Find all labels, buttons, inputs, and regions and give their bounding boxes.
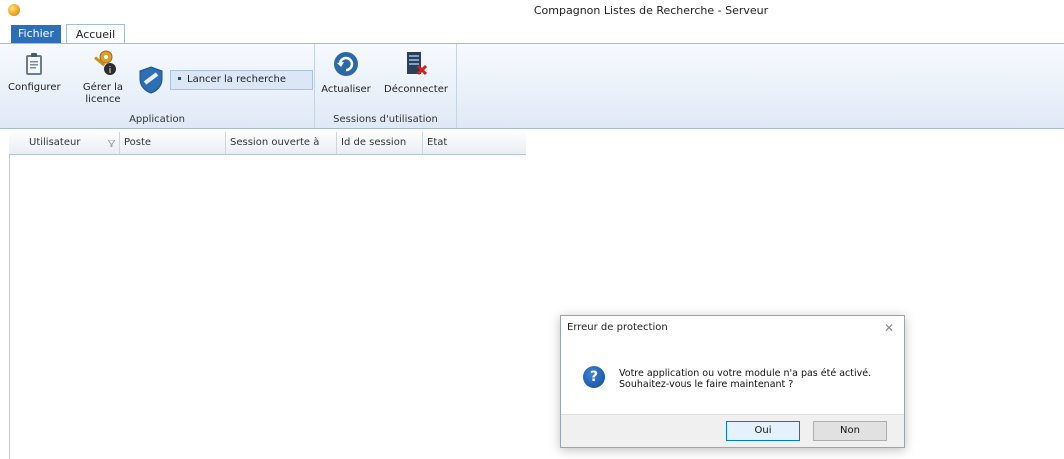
shield-icon (139, 66, 163, 94)
keys-icon: i (94, 50, 116, 76)
filter-icon[interactable] (108, 140, 115, 147)
column-header-user[interactable]: Utilisateur (9, 132, 120, 154)
tab-file[interactable]: Fichier (11, 25, 61, 43)
server-disconnect-icon (407, 52, 428, 76)
refresh-label: Actualiser (321, 84, 371, 95)
application-group: Configurer i Gérer la licence Lancer la … (0, 44, 315, 128)
refresh-icon (334, 52, 358, 76)
manage-license-button[interactable]: i Gérer la licence (78, 50, 128, 106)
ribbon-tabs: Fichier Accueil (0, 22, 1064, 45)
dialog-message-line2: Souhaitez-vous le faire maintenant ? (619, 379, 794, 390)
clipboard-icon (26, 53, 42, 75)
dialog-body: ? Votre application ou votre module n'a … (561, 344, 904, 414)
application-group-label: Application (129, 114, 185, 125)
no-button[interactable]: Non (813, 421, 887, 441)
dialog-message-line1: Votre application ou votre module n'a pa… (619, 368, 872, 379)
close-icon[interactable]: ✕ (884, 321, 894, 335)
search-launch-label: Lancer la recherche (187, 74, 286, 85)
question-icon: ? (583, 366, 605, 388)
license-label-line1: Gérer la (82, 82, 124, 93)
license-label-line2: licence (85, 94, 121, 105)
grid-left-border (9, 132, 10, 459)
search-bullet (178, 76, 181, 80)
window-title: Compagnon Listes de Recherche - Serveur (533, 4, 769, 17)
protection-error-dialog: Erreur de protection ✕ ? Votre applicati… (560, 315, 905, 448)
dialog-message: Votre application ou votre module n'a pa… (619, 368, 889, 390)
column-header-session-id[interactable]: Id de session (337, 132, 423, 154)
grid-header: Utilisateur Poste Session ouverte à Id d… (9, 132, 526, 155)
dialog-title: Erreur de protection (567, 322, 668, 333)
title-bar: Compagnon Listes de Recherche - Serveur (0, 0, 1064, 22)
dialog-footer: Oui Non (561, 414, 904, 447)
column-header-session-opened[interactable]: Session ouverte à (226, 132, 337, 154)
column-header-state[interactable]: Etat (423, 132, 526, 154)
sessions-group: Actualiser Déconnecter Sessions d'utilis… (315, 44, 457, 128)
tab-home[interactable]: Accueil (66, 24, 125, 45)
sessions-group-label: Sessions d'utilisation (333, 114, 438, 125)
column-header-station[interactable]: Poste (120, 132, 226, 154)
yes-button[interactable]: Oui (726, 421, 800, 441)
disconnect-button[interactable]: Déconnecter (383, 50, 449, 96)
refresh-button[interactable]: Actualiser (321, 50, 371, 96)
svg-text:i: i (109, 66, 112, 76)
configure-label: Configurer (8, 82, 61, 93)
search-launch-button[interactable]: Lancer la recherche (170, 70, 313, 90)
column-label-user: Utilisateur (29, 137, 81, 148)
ribbon: Configurer i Gérer la licence Lancer la … (0, 43, 1064, 129)
configure-button[interactable]: Configurer (8, 52, 61, 94)
disconnect-label: Déconnecter (384, 84, 448, 95)
